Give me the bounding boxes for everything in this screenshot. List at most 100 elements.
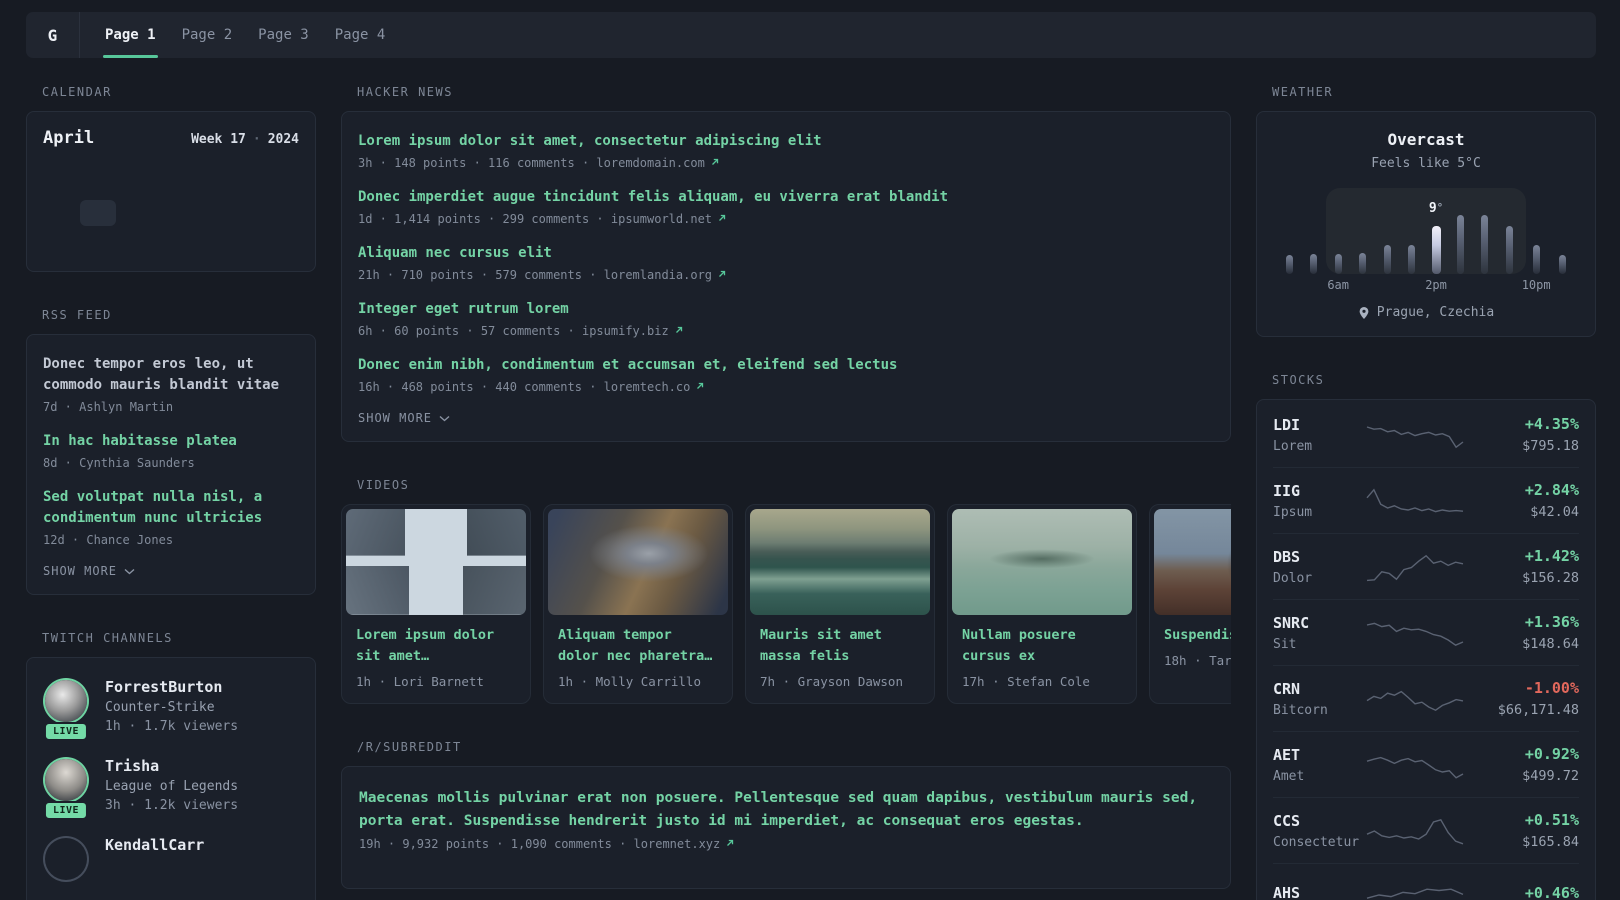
weather-location: Prague, Czechia: [1376, 305, 1495, 320]
stock-row[interactable]: CRN Bitcorn -1.00% $66,171.48: [1273, 666, 1579, 732]
rss-item-title[interactable]: Donec tempor eros leo, ut commodo mauris…: [43, 354, 299, 396]
nav-tab[interactable]: Page 3: [245, 12, 322, 58]
calendar-day: [43, 169, 80, 195]
hn-item-title[interactable]: Aliquam nec cursus elit: [358, 243, 1214, 264]
calendar-day: [226, 231, 263, 257]
twitch-viewers: 3h · 1.2k viewers: [105, 798, 239, 813]
stocks-list: LDI Lorem +4.35% $795.18 IIG Ipsum +2.84…: [1273, 402, 1579, 900]
stocks-section: STOCKS LDI Lorem +4.35% $795.18 IIG Ipsu…: [1256, 373, 1596, 900]
video-title: Mauris sit amet massa felis: [760, 627, 882, 664]
twitch-channel[interactable]: LIVE Trisha League of Legends 3h · 1.2k …: [43, 757, 299, 820]
stock-symbol: LDI: [1273, 415, 1301, 434]
video-card[interactable]: Lorem ipsum dolor sit amet consectetu… 1…: [341, 504, 531, 704]
nav-tab-label: Page 4: [334, 27, 386, 43]
stock-row[interactable]: AHS +0.46%: [1273, 864, 1579, 900]
hn-item-domain-link[interactable]: ipsumworld.net: [611, 212, 727, 226]
weather-bar-column: [1551, 188, 1575, 292]
stock-change: +1.42%: [1524, 547, 1579, 565]
hn-item-title[interactable]: Donec enim nibh, condimentum et accumsan…: [358, 355, 1214, 376]
stock-name: Ipsum: [1273, 504, 1313, 520]
stock-row[interactable]: IIG Ipsum +2.84% $42.04: [1273, 468, 1579, 534]
stock-values: +2.84% $42.04: [1465, 481, 1579, 520]
twitch-widget: LIVE ForrestBurton Counter-Strike 1h · 1…: [26, 657, 316, 900]
weather-bar-column: 10pm: [1522, 188, 1551, 292]
calendar-week-label: Week 17: [191, 132, 246, 147]
avatar: [45, 838, 87, 880]
videos-row: Lorem ipsum dolor sit amet consectetu… 1…: [341, 504, 1231, 704]
stock-change: +0.46%: [1524, 883, 1579, 900]
twitch-channel[interactable]: KendallCarr: [43, 836, 299, 882]
hn-item-title[interactable]: Lorem ipsum dolor sit amet, consectetur …: [358, 131, 1214, 152]
stock-row[interactable]: AET Amet +0.92% $499.72: [1273, 732, 1579, 798]
subreddit-post-stats: 19h · 9,932 points · 1,090 comments ·: [359, 837, 627, 852]
stock-name: Amet: [1273, 768, 1305, 784]
hn-item-domain: loremtech.co: [603, 380, 691, 394]
rss-item-title[interactable]: Sed volutpat nulla nisl, a condimentum n…: [43, 487, 299, 529]
video-card[interactable]: Nullam posuere cursus ex 17h · Stefan Co…: [947, 504, 1137, 704]
right-column: WEATHER Overcast Feels like 5°C 6am 9° 2pm…: [1256, 85, 1596, 900]
calendar-day: [262, 200, 299, 226]
video-thumbnail: [750, 509, 930, 615]
weather-current-temp: 9°: [1428, 201, 1444, 216]
calendar-widget: April Week 17 · 2024: [26, 111, 316, 272]
video-card[interactable]: Mauris sit amet massa felis 7h · Grayson…: [745, 504, 935, 704]
subreddit-post-title[interactable]: Maecenas mollis pulvinar erat non posuer…: [359, 787, 1213, 833]
nav-tab[interactable]: Page 2: [169, 12, 246, 58]
stock-row[interactable]: SNRC Sit +1.36% $148.64: [1273, 600, 1579, 666]
left-column: CALENDAR April Week 17 · 2024 RSS FEED D…: [26, 85, 316, 900]
stock-name: Lorem: [1273, 438, 1313, 454]
video-meta: 1h · Lori Barnett: [356, 673, 484, 689]
hn-item-title[interactable]: Donec imperdiet augue tincidunt felis al…: [358, 187, 1214, 208]
hn-item-domain-link[interactable]: loremdomain.com: [596, 156, 719, 170]
top-navbar: G Page 1 Page 2 Page 3 Page 4: [26, 12, 1596, 58]
stock-row[interactable]: CCS Consectetur +0.51% $165.84: [1273, 798, 1579, 864]
stock-change: +0.92%: [1524, 745, 1579, 763]
weather-hour-label: 6am: [1327, 278, 1350, 292]
rss-item-title[interactable]: In hac habitasse platea: [43, 431, 299, 452]
weather-hour-label: 2pm: [1425, 278, 1447, 292]
hn-item-meta: 6h · 60 points · 57 comments · ipsumify.…: [358, 324, 1214, 338]
subreddit-post: Maecenas mollis pulvinar erat non posuer…: [359, 787, 1213, 851]
weather-bars: 6am 9° 2pm 10pm: [1277, 188, 1575, 292]
app-logo[interactable]: G: [26, 12, 80, 58]
stock-sparkline: [1366, 888, 1464, 899]
stock-row[interactable]: DBS Dolor +1.42% $156.28: [1273, 534, 1579, 600]
stock-symbol: CCS: [1273, 811, 1301, 830]
subreddit-domain-link[interactable]: loremnet.xyz: [634, 837, 736, 851]
nav-tabs: Page 1 Page 2 Page 3 Page 4: [80, 12, 398, 58]
hn-item-domain-link[interactable]: ipsumify.biz: [582, 324, 684, 338]
nav-tab[interactable]: Page 4: [322, 12, 399, 58]
hn-item-domain-link[interactable]: loremlandia.org: [604, 268, 727, 282]
video-card[interactable]: Suspendisse diam 18h · Tara: [1149, 504, 1231, 704]
video-thumbnail: [1154, 509, 1231, 615]
stock-values: +1.36% $148.64: [1465, 613, 1579, 652]
hn-item-domain: ipsumify.biz: [581, 324, 669, 338]
calendar-day: [43, 200, 80, 226]
twitch-avatar-wrap: LIVE: [43, 757, 89, 820]
weather-bar-column: [1473, 188, 1497, 292]
rss-list: Donec tempor eros leo, ut commodo mauris…: [43, 354, 299, 547]
stock-sparkline: [1366, 818, 1464, 844]
stock-row[interactable]: LDI Lorem +4.35% $795.18: [1273, 402, 1579, 468]
calendar-grid: [43, 169, 299, 257]
stock-symbol: CRN: [1273, 679, 1301, 698]
twitch-channel[interactable]: LIVE ForrestBurton Counter-Strike 1h · 1…: [43, 678, 299, 741]
nav-tab-label: Page 3: [258, 27, 309, 43]
nav-tab[interactable]: Page 1: [92, 12, 169, 58]
stocks-section-label: STOCKS: [1272, 373, 1325, 387]
stock-name: Dolor: [1273, 570, 1313, 586]
hackernews-show-more-button[interactable]: SHOW MORE: [358, 411, 450, 425]
rss-section: RSS FEED Donec tempor eros leo, ut commo…: [26, 308, 316, 595]
rss-show-more-button[interactable]: SHOW MORE: [43, 564, 135, 578]
twitch-list: LIVE ForrestBurton Counter-Strike 1h · 1…: [43, 678, 299, 882]
weather-bar-column: [1399, 188, 1423, 292]
hn-item-title[interactable]: Integer eget rutrum lorem: [358, 299, 1214, 320]
hn-item-domain-link[interactable]: loremtech.co: [604, 380, 706, 394]
stock-id: LDI Lorem: [1273, 416, 1365, 454]
calendar-day: [79, 200, 117, 226]
video-card[interactable]: Aliquam tempor dolor nec pharetra… 1h · …: [543, 504, 733, 704]
weather-bar-column: [1350, 188, 1374, 292]
calendar-section-label: CALENDAR: [42, 85, 112, 99]
hn-item-domain: loremdomain.com: [596, 156, 705, 170]
weather-bar: [1481, 215, 1489, 274]
